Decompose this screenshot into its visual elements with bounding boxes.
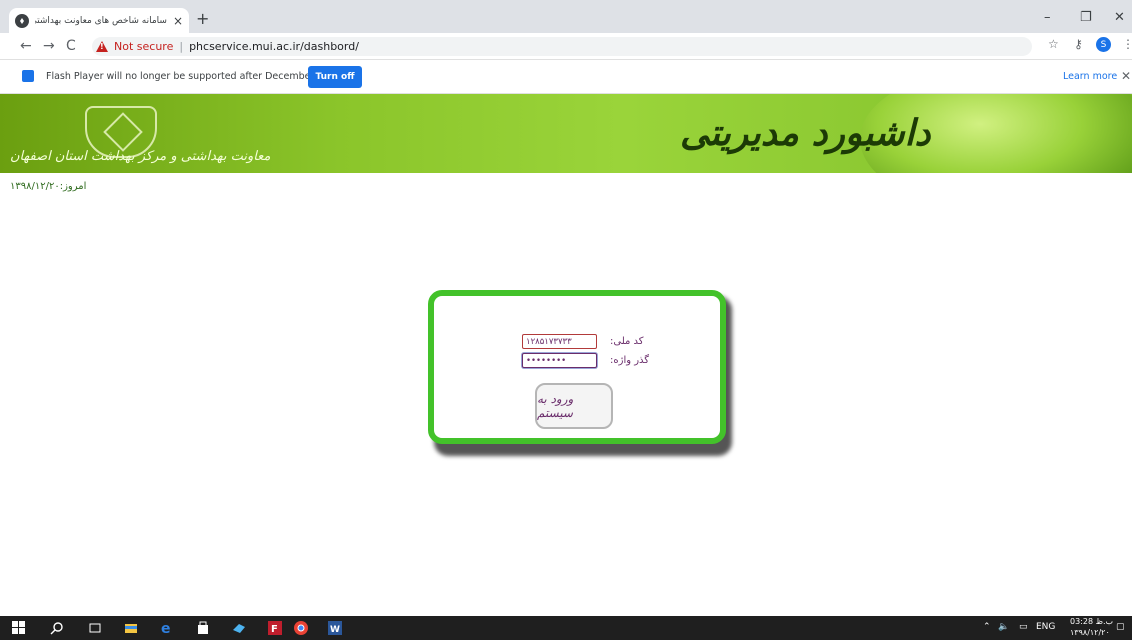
minimize-button[interactable]: – <box>1044 10 1051 25</box>
address-bar[interactable]: Not secure | phcservice.mui.ac.ir/dashbo… <box>92 37 1032 56</box>
chevron-up-icon[interactable]: ⌃ <box>983 622 991 632</box>
today-date: امروز:۱۳۹۸/۱۲/۲۰ <box>10 181 87 192</box>
login-button[interactable]: ورود به سیستم <box>535 383 613 429</box>
reload-button[interactable]: C <box>66 38 76 54</box>
national-code-label: کد ملی: <box>610 336 644 347</box>
language-indicator[interactable]: ENG <box>1036 622 1055 632</box>
puzzle-icon <box>22 70 34 82</box>
back-button[interactable]: ← <box>20 38 32 54</box>
svg-text:W: W <box>330 625 340 635</box>
forward-button[interactable]: → <box>43 38 55 54</box>
app-icon[interactable] <box>232 621 246 635</box>
svg-text:e: e <box>161 621 171 635</box>
edge-browser-icon[interactable]: e <box>160 621 174 635</box>
learn-more-link[interactable]: Learn more <box>1063 71 1117 82</box>
separator: | <box>179 40 184 53</box>
file-explorer-icon[interactable] <box>124 621 138 635</box>
browser-toolbar: ← → C Not secure | phcservice.mui.ac.ir/… <box>0 33 1132 59</box>
chrome-icon[interactable] <box>294 621 308 635</box>
tab-title: سامانه شاخص های معاونت بهداشتی دانشگا <box>35 15 167 26</box>
restore-button[interactable]: ❐ <box>1080 10 1092 25</box>
flash-infobar: Flash Player will no longer be supported… <box>0 59 1132 94</box>
search-icon[interactable] <box>50 621 64 635</box>
clock-date[interactable]: ۱۳۹۸/۱۲/۲۰ <box>1070 628 1110 637</box>
key-icon[interactable]: ⚷ <box>1074 37 1083 51</box>
windows-taskbar: e F W ⌃ 🔈 ▭ ENG 03:28 ب.ظ ۱۳۹۸/۱۲/۲۰ ▢ <box>0 616 1132 640</box>
url-text[interactable]: phcservice.mui.ac.ir/dashbord/ <box>189 40 359 53</box>
site-favicon-icon <box>15 13 29 28</box>
svg-text:F: F <box>271 624 278 635</box>
national-code-input[interactable] <box>522 334 597 349</box>
network-icon[interactable]: ▭ <box>1019 622 1028 632</box>
new-tab-button[interactable]: + <box>196 9 209 28</box>
store-icon[interactable] <box>196 621 210 635</box>
window-close-button[interactable]: ✕ <box>1114 10 1125 25</box>
bookmark-star-icon[interactable]: ☆ <box>1048 37 1059 51</box>
turn-off-button[interactable]: Turn off <box>308 66 362 88</box>
task-view-icon[interactable] <box>88 621 102 635</box>
header-banner: معاونت بهداشتی و مرکز بهداشت استان اصفها… <box>0 94 1132 173</box>
tab-close-icon[interactable]: × <box>173 14 183 28</box>
filezilla-icon[interactable]: F <box>268 621 282 635</box>
warning-icon <box>96 41 108 52</box>
notifications-icon[interactable]: ▢ <box>1116 622 1125 632</box>
profile-avatar[interactable]: S <box>1096 37 1111 52</box>
infobar-close-icon[interactable]: ✕ <box>1121 69 1131 83</box>
dashboard-title: داشبورد مدیریتی <box>680 112 931 154</box>
windows-start-icon[interactable] <box>12 621 26 635</box>
organization-name: معاونت بهداشتی و مرکز بهداشت استان اصفها… <box>10 149 271 164</box>
clock-time[interactable]: 03:28 ب.ظ <box>1070 617 1113 626</box>
tab-strip: سامانه شاخص های معاونت بهداشتی دانشگا × … <box>0 0 1132 33</box>
menu-kebab-icon[interactable]: ⋮ <box>1122 37 1132 51</box>
volume-icon[interactable]: 🔈 <box>998 622 1009 632</box>
infobar-message: Flash Player will no longer be supported… <box>46 71 345 82</box>
not-secure-label[interactable]: Not secure <box>114 40 173 53</box>
login-card: کد ملی: گذر واژه: ورود به سیستم <box>428 290 726 444</box>
word-icon[interactable]: W <box>328 621 342 635</box>
password-label: گذر واژه: <box>610 355 650 366</box>
password-input[interactable] <box>522 353 597 368</box>
browser-tab[interactable]: سامانه شاخص های معاونت بهداشتی دانشگا × <box>9 8 189 33</box>
